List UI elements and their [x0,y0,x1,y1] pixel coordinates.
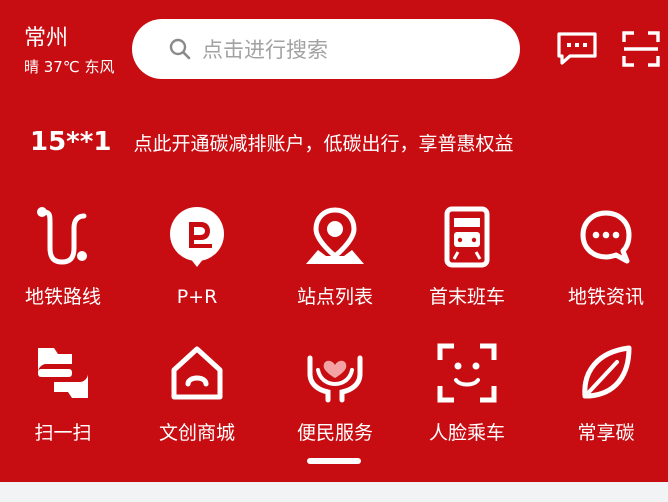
service-first-last-train[interactable]: 首末班车 [400,204,534,308]
service-label: 常享碳 [577,422,635,444]
search-placeholder: 点击进行搜索 [202,38,328,62]
service-label: 站点列表 [296,286,373,308]
service-park-and-ride[interactable]: P+R [130,204,264,308]
city-name[interactable]: 常州 [24,26,68,52]
service-label: 首末班车 [428,286,505,308]
service-label: 人脸乘车 [428,422,505,444]
service-station-list[interactable]: 站点列表 [268,204,402,308]
face-scan-icon [437,343,497,403]
service-face-ride[interactable]: 人脸乘车 [400,340,534,444]
service-scan[interactable]: 扫一扫 [0,340,130,444]
shop-house-icon [171,346,223,400]
park-and-ride-icon [170,207,224,267]
service-cultural-shop[interactable]: 文创商城 [130,340,264,444]
service-label: 文创商城 [158,422,235,444]
service-label: 地铁资讯 [567,286,644,308]
metro-route-icon [37,207,87,265]
service-label: 便民服务 [296,422,373,444]
service-label: 地铁路线 [24,286,101,308]
search-bar[interactable]: 点击进行搜索 [132,19,520,79]
service-metro-news[interactable]: 地铁资讯 [539,204,668,308]
message-icon[interactable] [556,31,598,67]
weather-info: 晴 37℃ 东风 [24,58,115,76]
account-number: 15**1 [30,127,112,157]
service-label: 扫一扫 [34,422,92,444]
account-promo-text: 点此开通碳减排账户，低碳出行，享普惠权益 [133,132,514,155]
service-convenience[interactable]: 便民服务 [268,340,402,444]
carbon-account-banner[interactable]: 15**1 点此开通碳减排账户，低碳出行，享普惠权益 [30,122,513,162]
header-panel: 常州 晴 37℃ 东风 点击进行搜索 15**1 点此开通碳减排账户，低碳出行，… [0,0,668,482]
scan-icon [38,348,88,398]
service-carbon[interactable]: 常享碳 [539,340,668,444]
page-indicator [307,458,361,464]
train-icon [444,206,490,268]
station-pin-icon [306,207,364,264]
service-label: P+R [176,286,218,308]
scan-frame-icon[interactable] [622,31,660,67]
service-metro-route[interactable]: 地铁路线 [0,204,130,308]
chat-bubble-icon [580,210,632,264]
leaf-icon [582,345,632,399]
care-hands-icon [307,355,363,403]
search-icon [169,38,191,60]
